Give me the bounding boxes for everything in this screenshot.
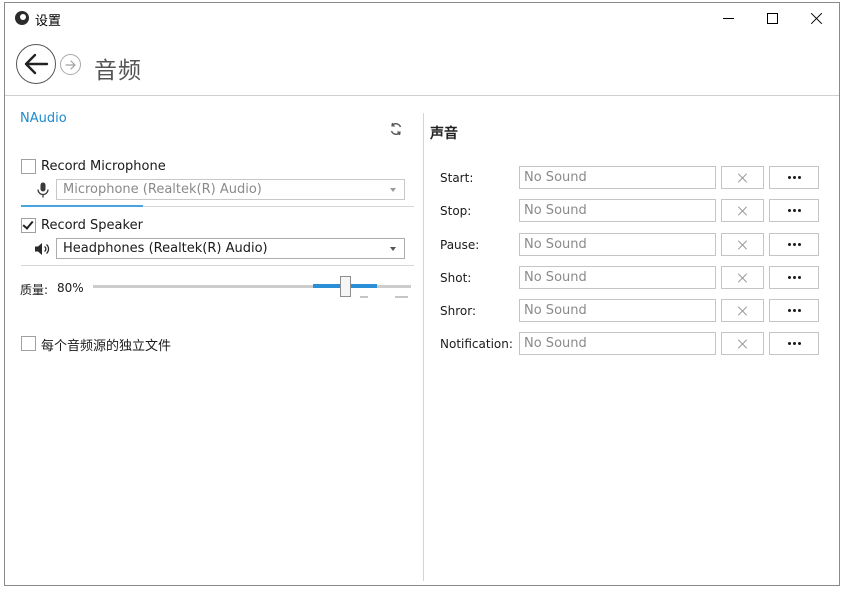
slider-tick — [360, 296, 368, 298]
title-bar: 设置 — [5, 3, 839, 33]
arrow-left-icon — [24, 53, 49, 75]
speaker-device-select[interactable]: Headphones (Realtek(R) Audio) — [56, 238, 405, 259]
more-icon — [787, 243, 801, 246]
browse-sound-button-stop[interactable] — [769, 199, 819, 222]
app-icon — [15, 11, 29, 25]
speaker-icon — [34, 240, 50, 258]
more-icon — [787, 176, 801, 179]
minimize-button[interactable] — [705, 3, 751, 33]
clear-sound-button-start[interactable] — [721, 166, 764, 189]
refresh-icon — [390, 122, 402, 136]
audio-provider-link[interactable]: NAudio — [20, 111, 67, 126]
sound-label-shot: Shot: — [440, 271, 472, 285]
close-icon — [738, 273, 748, 283]
speaker-row-divider — [21, 265, 414, 266]
minimize-icon — [722, 17, 734, 19]
browse-sound-button-pause[interactable] — [769, 233, 819, 256]
record-microphone-label: Record Microphone — [41, 159, 166, 174]
sound-input-notification[interactable]: No Sound — [519, 332, 716, 355]
maximize-button[interactable] — [749, 3, 795, 33]
maximize-icon — [766, 12, 778, 24]
refresh-button[interactable] — [387, 120, 405, 138]
slider-tick — [395, 296, 408, 298]
browse-sound-button-shot[interactable] — [769, 266, 819, 289]
header-divider — [5, 95, 839, 96]
panel-divider — [423, 113, 424, 581]
close-icon — [738, 173, 748, 183]
clear-sound-button-shror[interactable] — [721, 299, 764, 322]
close-icon — [738, 339, 748, 349]
settings-window: 设置 音频 NAudio Record Microphone Microphon… — [4, 2, 840, 586]
browse-sound-button-shror[interactable] — [769, 299, 819, 322]
sound-label-notification: Notification: — [440, 337, 513, 351]
clear-sound-button-pause[interactable] — [721, 233, 764, 256]
close-icon — [738, 306, 748, 316]
separate-files-checkbox[interactable] — [21, 336, 36, 351]
sound-label-pause: Pause: — [440, 238, 480, 252]
close-icon — [810, 12, 823, 25]
sound-input-pause[interactable]: No Sound — [519, 233, 716, 256]
microphone-device-value: Microphone (Realtek(R) Audio) — [63, 182, 262, 197]
close-icon — [738, 206, 748, 216]
sound-input-start[interactable]: No Sound — [519, 166, 716, 189]
separate-files-label: 每个音频源的独立文件 — [41, 339, 172, 354]
quality-value: 80% — [57, 281, 84, 295]
record-microphone-checkbox[interactable] — [21, 159, 36, 174]
browse-sound-button-start[interactable] — [769, 166, 819, 189]
more-icon — [787, 276, 801, 279]
close-button[interactable] — [793, 3, 839, 33]
chevron-down-icon — [390, 247, 396, 251]
sound-input-shot[interactable]: No Sound — [519, 266, 716, 289]
sounds-section-title: 声音 — [430, 126, 458, 142]
chevron-down-icon — [390, 188, 396, 192]
close-icon — [738, 240, 748, 250]
sound-label-stop: Stop: — [440, 204, 472, 218]
more-icon — [787, 342, 801, 345]
microphone-device-select[interactable]: Microphone (Realtek(R) Audio) — [56, 179, 405, 200]
microphone-icon — [35, 181, 51, 199]
more-icon — [787, 309, 801, 312]
clear-sound-button-shot[interactable] — [721, 266, 764, 289]
quality-label: 质量: — [20, 283, 49, 297]
sound-input-stop[interactable]: No Sound — [519, 199, 716, 222]
checkmark-icon — [22, 218, 34, 230]
clear-sound-button-notification[interactable] — [721, 332, 764, 355]
forward-button[interactable] — [60, 54, 81, 75]
quality-slider-thumb[interactable] — [340, 276, 351, 297]
record-speaker-label: Record Speaker — [41, 218, 143, 233]
more-icon — [787, 209, 801, 212]
back-button[interactable] — [16, 44, 56, 84]
browse-sound-button-notification[interactable] — [769, 332, 819, 355]
sound-input-shror[interactable]: No Sound — [519, 299, 716, 322]
clear-sound-button-stop[interactable] — [721, 199, 764, 222]
sound-label-shror: Shror: — [440, 304, 476, 318]
sound-label-start: Start: — [440, 171, 474, 185]
record-speaker-checkbox[interactable] — [21, 218, 36, 233]
window-title: 设置 — [35, 14, 62, 29]
page-title: 音频 — [94, 58, 142, 84]
speaker-device-value: Headphones (Realtek(R) Audio) — [63, 241, 268, 256]
microphone-row-accent — [21, 205, 143, 207]
arrow-right-icon — [64, 59, 76, 70]
